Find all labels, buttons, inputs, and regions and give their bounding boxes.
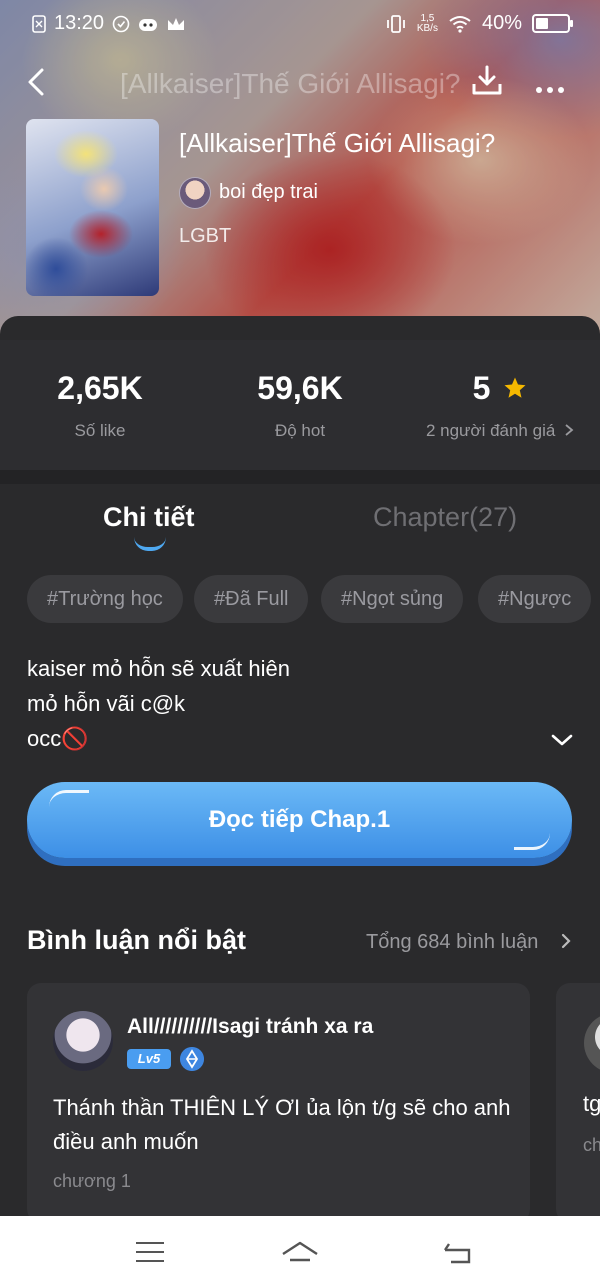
hot-label: Độ hot [274, 421, 326, 440]
home-icon[interactable] [280, 1238, 320, 1268]
commenter-name[interactable]: All//////////Isagi tránh xa ra [127, 1015, 373, 1039]
chevron-right-icon [565, 424, 574, 436]
back-icon[interactable] [22, 66, 54, 98]
likes-label: Số like [74, 421, 126, 440]
battery-percent: 40% [481, 12, 522, 34]
rating-value: 5 [472, 370, 491, 406]
crown-icon [168, 17, 185, 30]
book-cover [26, 119, 159, 296]
button-gloss [49, 790, 89, 807]
continue-reading-label: Đọc tiếp Chap.1 [208, 806, 391, 833]
comment-chapter: ch [583, 1135, 600, 1155]
genre-label[interactable]: LGBT [179, 225, 231, 248]
comment-card[interactable]: All//////////Isagi tránh xa ra Lv5 Thánh… [27, 983, 530, 1223]
download-icon[interactable] [470, 64, 504, 98]
top-bar: [Allkaiser]Thế Giới Allisagi? [0, 60, 600, 104]
section-divider [0, 470, 600, 484]
commenter-avatar[interactable] [584, 1013, 600, 1073]
chevron-right-icon[interactable] [559, 933, 573, 949]
chevron-down-icon[interactable] [550, 730, 574, 750]
sim-icon [32, 14, 46, 33]
header-title: [Allkaiser]Thế Giới Allisagi? [120, 68, 461, 99]
tag-item[interactable]: #Ngược [478, 575, 592, 623]
description-line: kaiser mỏ hỗn sẽ xuất hiên [27, 656, 290, 681]
tag-item[interactable]: #Đã Full [194, 575, 309, 623]
description-line: occ🚫 [27, 726, 89, 751]
button-gloss [514, 833, 550, 850]
cat-app-icon [139, 18, 158, 31]
comment-text: Thánh thần THIÊN LÝ ƠI ủa lộn t/g sẽ cho… [53, 1095, 511, 1154]
vibrate-icon [386, 14, 405, 33]
commenter-avatar[interactable] [53, 1011, 113, 1071]
stat-likes: 2,65K Số like [0, 370, 200, 441]
book-title: [Allkaiser]Thế Giới Allisagi? [179, 128, 496, 158]
total-comments-link[interactable]: Tổng 684 bình luận [366, 931, 538, 954]
level-badge: Lv5 [127, 1049, 171, 1069]
hot-value: 59,6K [257, 370, 343, 406]
menu-icon[interactable] [136, 1242, 164, 1269]
diamond-badge-icon [180, 1047, 204, 1071]
author-name[interactable]: boi đẹp trai [219, 181, 318, 204]
active-tab-indicator [134, 537, 166, 551]
network-speed: 1,5 KB/s [416, 12, 438, 34]
continue-reading-button[interactable]: Đọc tiếp Chap.1 [27, 782, 572, 858]
more-icon[interactable] [536, 80, 569, 98]
comment-chapter: chương 1 [53, 1171, 131, 1191]
tag-item[interactable]: #Trường học [27, 575, 183, 623]
star-icon [504, 377, 526, 398]
comment-text: tg [583, 1091, 600, 1116]
tab-details[interactable]: Chi tiết [103, 502, 195, 533]
rating-label: 2 người đánh giá [425, 421, 556, 440]
tag-item[interactable]: #Ngọt sủng [321, 575, 464, 623]
status-bar: 13:20 1,5 KB/s 40% [0, 10, 600, 38]
tab-bar: Chi tiết Chapter(27) [0, 484, 600, 564]
wifi-icon [449, 15, 471, 33]
stat-rating[interactable]: 5 2 người đánh giá [400, 370, 600, 441]
comment-card[interactable]: tg ch [556, 983, 600, 1223]
stats-bar: 2,65K Số like 59,6K Độ hot 5 2 người đán… [0, 340, 600, 470]
likes-value: 2,65K [57, 370, 143, 406]
return-icon[interactable] [441, 1240, 473, 1266]
tab-chapters[interactable]: Chapter(27) [373, 502, 517, 533]
system-nav-bar [0, 1216, 600, 1287]
description-line: mỏ hỗn vãi c@k [27, 691, 186, 716]
featured-comments-title: Bình luận nổi bật [27, 925, 246, 955]
description: kaiser mỏ hỗn sẽ xuất hiên mỏ hỗn vãi c@… [27, 651, 290, 756]
author-avatar[interactable] [179, 177, 211, 209]
clock-check-icon [112, 15, 130, 32]
status-time: 13:20 [54, 12, 105, 34]
battery-icon [532, 14, 573, 33]
stat-hot: 59,6K Độ hot [200, 370, 400, 441]
tag-list: #Trường học #Đã Full #Ngọt sủng #Ngược [27, 575, 600, 625]
